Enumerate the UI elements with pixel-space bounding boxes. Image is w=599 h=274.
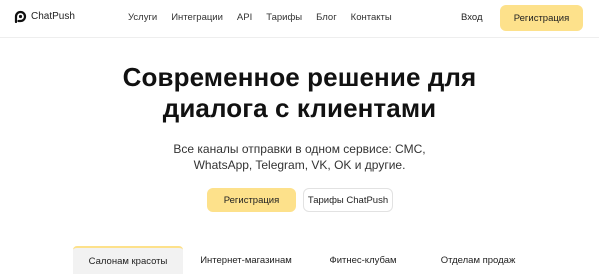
nav-item-pricing[interactable]: Тарифы xyxy=(266,12,302,23)
hero-subtitle-line-1: Все каналы отправки в одном сервисе: СМС… xyxy=(173,142,426,156)
register-button-header[interactable]: Регистрация xyxy=(500,5,583,31)
tab-beauty-salons[interactable]: Салонам красоты xyxy=(73,246,183,274)
hero-title-line-2: диалога с клиентами xyxy=(162,93,437,123)
tab-fitness-clubs[interactable]: Фитнес-клубам xyxy=(313,246,413,274)
tab-sales-departments[interactable]: Отделам продаж xyxy=(423,246,533,274)
chatpush-logo-icon xyxy=(14,10,27,23)
nav-item-api[interactable]: API xyxy=(237,12,252,23)
logo-text: ChatPush xyxy=(31,11,75,22)
nav-item-blog[interactable]: Блог xyxy=(316,12,337,23)
nav-item-contacts[interactable]: Контакты xyxy=(351,12,392,23)
site-header: ChatPush Услуги Интеграции API Тарифы Бл… xyxy=(0,0,599,38)
nav-item-integrations[interactable]: Интеграции xyxy=(171,12,223,23)
login-link[interactable]: Вход xyxy=(461,12,483,23)
logo[interactable]: ChatPush xyxy=(14,10,75,23)
hero-title-line-1: Современное решение для xyxy=(122,62,477,92)
register-button-hero[interactable]: Регистрация xyxy=(207,188,296,212)
audience-tabs: Салонам красоты Интернет-магазинам Фитне… xyxy=(73,246,533,274)
tab-online-stores[interactable]: Интернет-магазинам xyxy=(191,246,301,274)
nav-item-services[interactable]: Услуги xyxy=(128,12,157,23)
hero-subtitle: Все каналы отправки в одном сервисе: СМС… xyxy=(0,141,599,173)
hero-subtitle-line-2: WhatsApp, Telegram, VK, OK и другие. xyxy=(193,158,406,172)
main-nav: Услуги Интеграции API Тарифы Блог Контак… xyxy=(128,12,392,23)
hero-title: Современное решение для диалога с клиент… xyxy=(0,62,599,124)
tariffs-button[interactable]: Тарифы ChatPush xyxy=(303,188,393,212)
